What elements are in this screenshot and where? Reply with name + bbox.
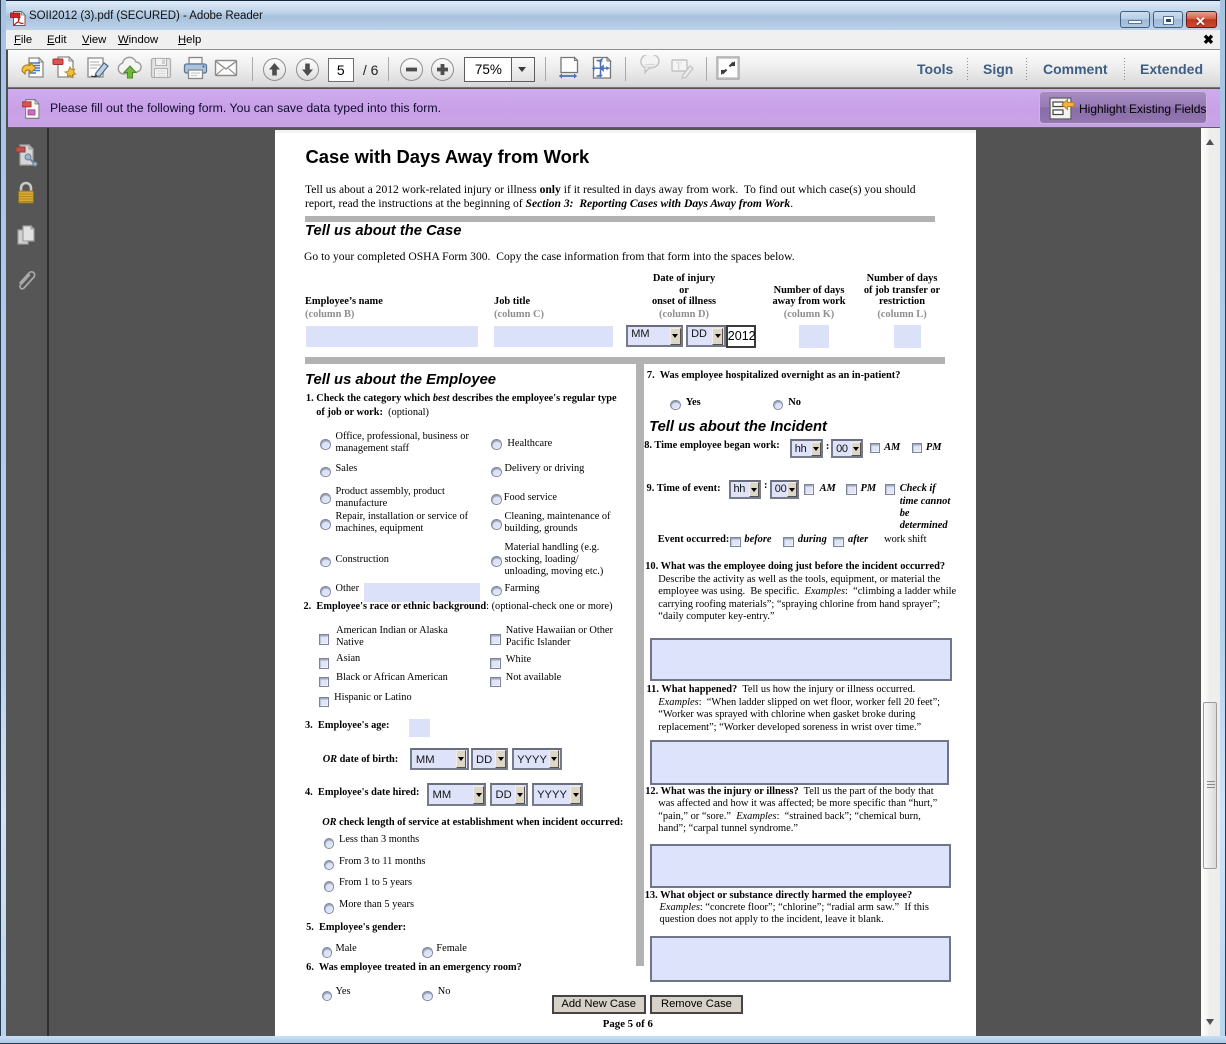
svg-text:T: T <box>676 61 682 71</box>
